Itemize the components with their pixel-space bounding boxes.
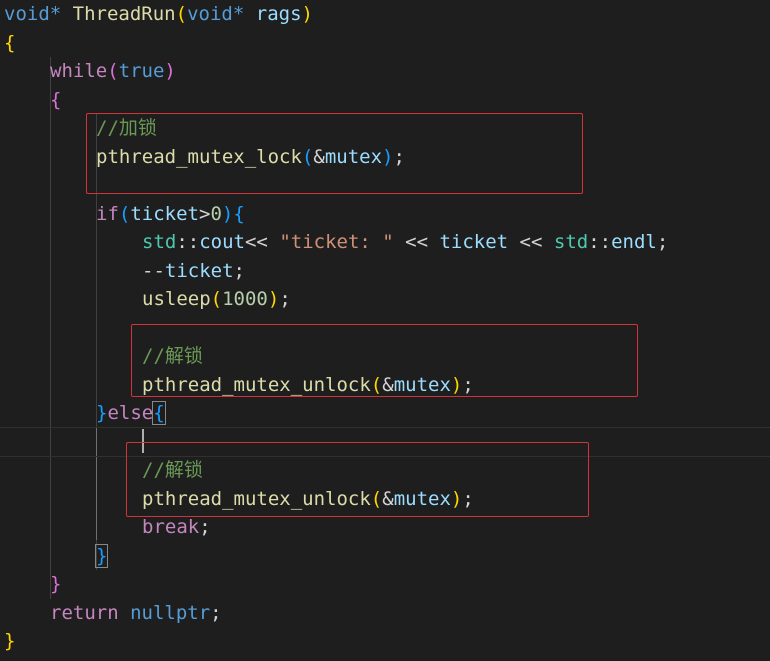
- token: ;: [199, 516, 211, 538]
- token: {: [50, 89, 62, 111]
- code-line-9[interactable]: std::cout<< "ticket: " << ticket << std:…: [142, 228, 668, 257]
- token: usleep: [142, 288, 211, 310]
- code-line-22[interactable]: return nullptr;: [50, 599, 222, 628]
- code-line-2[interactable]: {: [4, 29, 15, 58]
- highlight-box-unlock-else: [126, 442, 589, 517]
- code-line-3[interactable]: while(true): [50, 57, 176, 86]
- token: ;: [656, 231, 669, 253]
- token: ;: [233, 260, 245, 282]
- code-line-8[interactable]: if(ticket>0){: [96, 200, 245, 229]
- token: (: [107, 60, 119, 82]
- token: return: [50, 602, 119, 624]
- token: (: [210, 288, 223, 310]
- token: break: [142, 516, 200, 538]
- token: <<: [508, 231, 554, 253]
- token: (: [118, 203, 131, 225]
- token: <<: [244, 231, 280, 253]
- token: ): [267, 288, 280, 310]
- token: }: [50, 573, 62, 595]
- token: ;: [279, 288, 291, 310]
- token: {: [233, 203, 245, 225]
- token: {: [152, 401, 166, 425]
- token: ticket: [439, 231, 509, 253]
- token: ticket: [164, 260, 234, 282]
- code-line-20[interactable]: }: [94, 542, 109, 571]
- token: }: [4, 630, 16, 652]
- token: "ticket: ": [279, 231, 394, 253]
- indent-guide: [50, 57, 51, 599]
- token: ): [221, 203, 234, 225]
- code-line-19[interactable]: break;: [142, 513, 211, 542]
- token: ::: [588, 231, 612, 253]
- token: void: [187, 3, 233, 25]
- token: void: [4, 3, 50, 25]
- token: ::: [176, 231, 200, 253]
- token: ): [301, 3, 313, 25]
- code-line-10[interactable]: --ticket;: [142, 257, 245, 286]
- code-line-11[interactable]: usleep(1000);: [142, 285, 291, 314]
- token: nullptr: [130, 602, 211, 624]
- token: if: [96, 203, 119, 225]
- token: ticket: [130, 203, 199, 225]
- token: <<: [393, 231, 440, 253]
- code-line-21[interactable]: }: [50, 570, 61, 599]
- token: endl: [611, 231, 657, 253]
- token: 0: [210, 203, 222, 225]
- token: while: [50, 60, 108, 82]
- token: }: [94, 544, 109, 568]
- code-line-1[interactable]: void* ThreadRun(void* rags): [4, 0, 313, 29]
- token: --: [142, 260, 165, 282]
- token: *: [49, 3, 62, 25]
- code-line-15[interactable]: }else{: [96, 399, 166, 428]
- token: 1000: [222, 288, 268, 310]
- code-line-23[interactable]: }: [4, 627, 15, 656]
- code-line-4[interactable]: {: [50, 86, 61, 115]
- token: true: [118, 60, 165, 82]
- token: std: [142, 231, 177, 253]
- token: (: [175, 3, 188, 25]
- token: {: [4, 32, 16, 54]
- token: }: [96, 402, 108, 424]
- token: std: [553, 231, 589, 253]
- token: ): [164, 60, 176, 82]
- highlight-box-unlock-if: [131, 324, 638, 397]
- token: cout: [199, 231, 245, 253]
- token: ;: [210, 602, 222, 624]
- highlight-box-lock: [86, 113, 583, 194]
- token: *: [232, 3, 245, 25]
- token: else: [107, 402, 154, 424]
- code-editor[interactable]: { "code": { "l1": {"t1": "void", "t2": "…: [0, 0, 770, 661]
- token: >: [198, 203, 211, 225]
- token: ThreadRun: [72, 3, 176, 25]
- token: rags: [255, 3, 302, 25]
